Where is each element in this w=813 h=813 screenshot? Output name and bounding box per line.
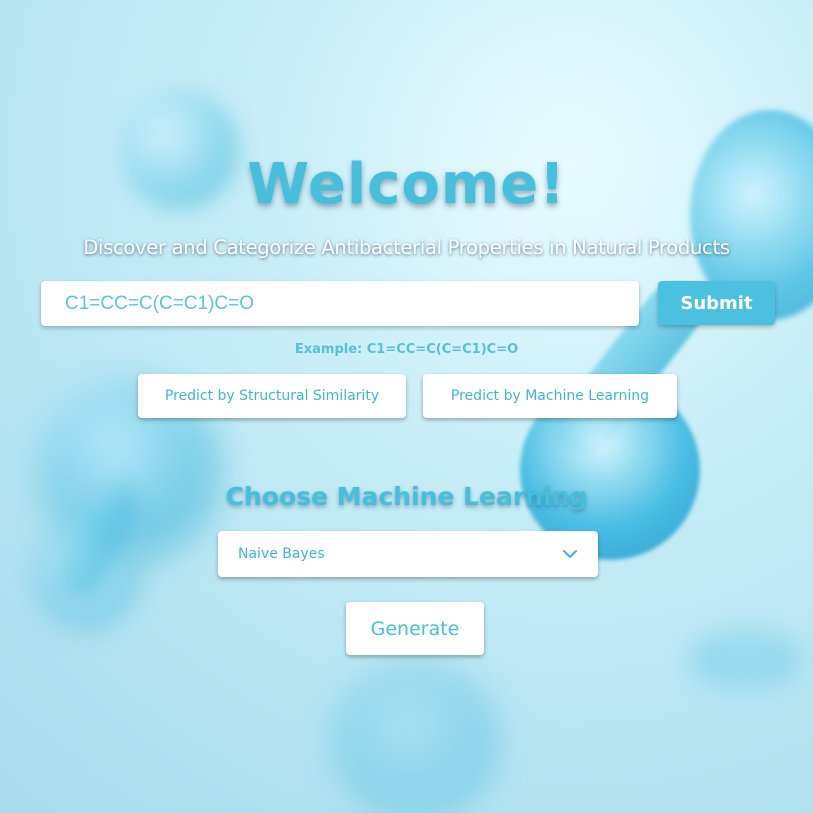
model-select-value: Naive Bayes: [238, 546, 325, 562]
page-title: Welcome!: [247, 152, 566, 217]
ml-section-title: Choose Machine Learning: [225, 482, 588, 511]
predict-machine-learning-button[interactable]: Predict by Machine Learning: [423, 374, 677, 418]
main-content: Welcome! Discover and Categorize Antibac…: [0, 0, 813, 813]
predict-structural-similarity-button[interactable]: Predict by Structural Similarity: [138, 374, 406, 418]
submit-button[interactable]: Submit: [658, 281, 775, 325]
smiles-input[interactable]: [41, 281, 639, 326]
example-hint: Example: C1=CC=C(C=C1)C=O: [294, 342, 519, 357]
chevron-down-icon: [562, 546, 578, 562]
model-select[interactable]: Naive Bayes: [218, 531, 598, 577]
page-subtitle: Discover and Categorize Antibacterial Pr…: [83, 236, 730, 259]
generate-button[interactable]: Generate: [346, 602, 484, 655]
